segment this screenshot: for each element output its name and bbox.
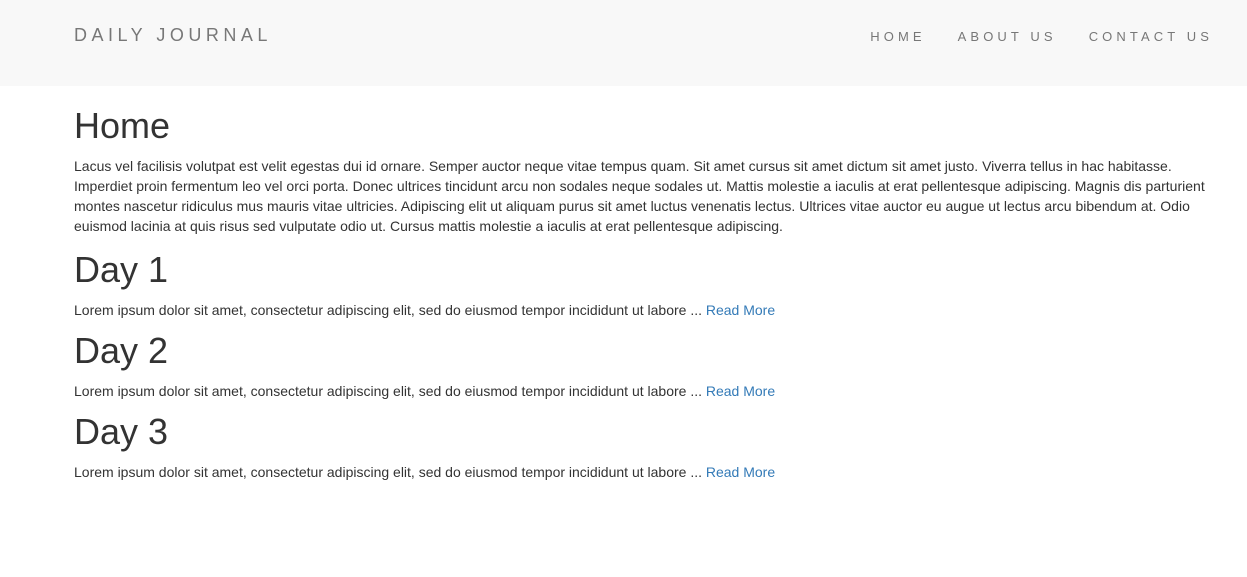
post-title: Day 2 [74, 330, 169, 371]
read-more-link[interactable]: Read More [706, 464, 775, 480]
post-excerpt: Lorem ipsum dolor sit amet, consectetur … [74, 464, 706, 480]
post-day-2: Day 2 Lorem ipsum dolor sit amet, consec… [74, 331, 1214, 401]
nav-item-home: HOME [870, 28, 925, 46]
post-excerpt-paragraph: Lorem ipsum dolor sit amet, consectetur … [74, 462, 1214, 482]
read-more-link[interactable]: Read More [706, 383, 775, 399]
nav-link-home[interactable]: HOME [870, 29, 925, 44]
page-title: Home [74, 105, 171, 146]
post-title: Day 3 [74, 411, 169, 452]
nav-item-about: ABOUT US [958, 28, 1057, 46]
nav-link-contact-us[interactable]: CONTACT US [1089, 29, 1213, 44]
brand-link[interactable]: DAILY JOURNAL [74, 25, 272, 45]
nav-menu: HOME ABOUT US CONTACT US [870, 28, 1213, 46]
main-content: Home Lacus vel facilisis volutpat est ve… [74, 86, 1214, 493]
navbar: DAILY JOURNAL HOME ABOUT US CONTACT US [0, 0, 1247, 86]
post-day-3: Day 3 Lorem ipsum dolor sit amet, consec… [74, 412, 1214, 482]
post-excerpt: Lorem ipsum dolor sit amet, consectetur … [74, 302, 706, 318]
nav-link-about-us[interactable]: ABOUT US [958, 29, 1057, 44]
read-more-link[interactable]: Read More [706, 302, 775, 318]
post-title: Day 1 [74, 249, 169, 290]
post-excerpt: Lorem ipsum dolor sit amet, consectetur … [74, 383, 706, 399]
post-day-1: Day 1 Lorem ipsum dolor sit amet, consec… [74, 250, 1214, 320]
post-excerpt-paragraph: Lorem ipsum dolor sit amet, consectetur … [74, 300, 1214, 320]
nav-item-contact: CONTACT US [1089, 28, 1213, 46]
post-excerpt-paragraph: Lorem ipsum dolor sit amet, consectetur … [74, 381, 1214, 401]
intro-paragraph: Lacus vel facilisis volutpat est velit e… [74, 158, 1205, 234]
